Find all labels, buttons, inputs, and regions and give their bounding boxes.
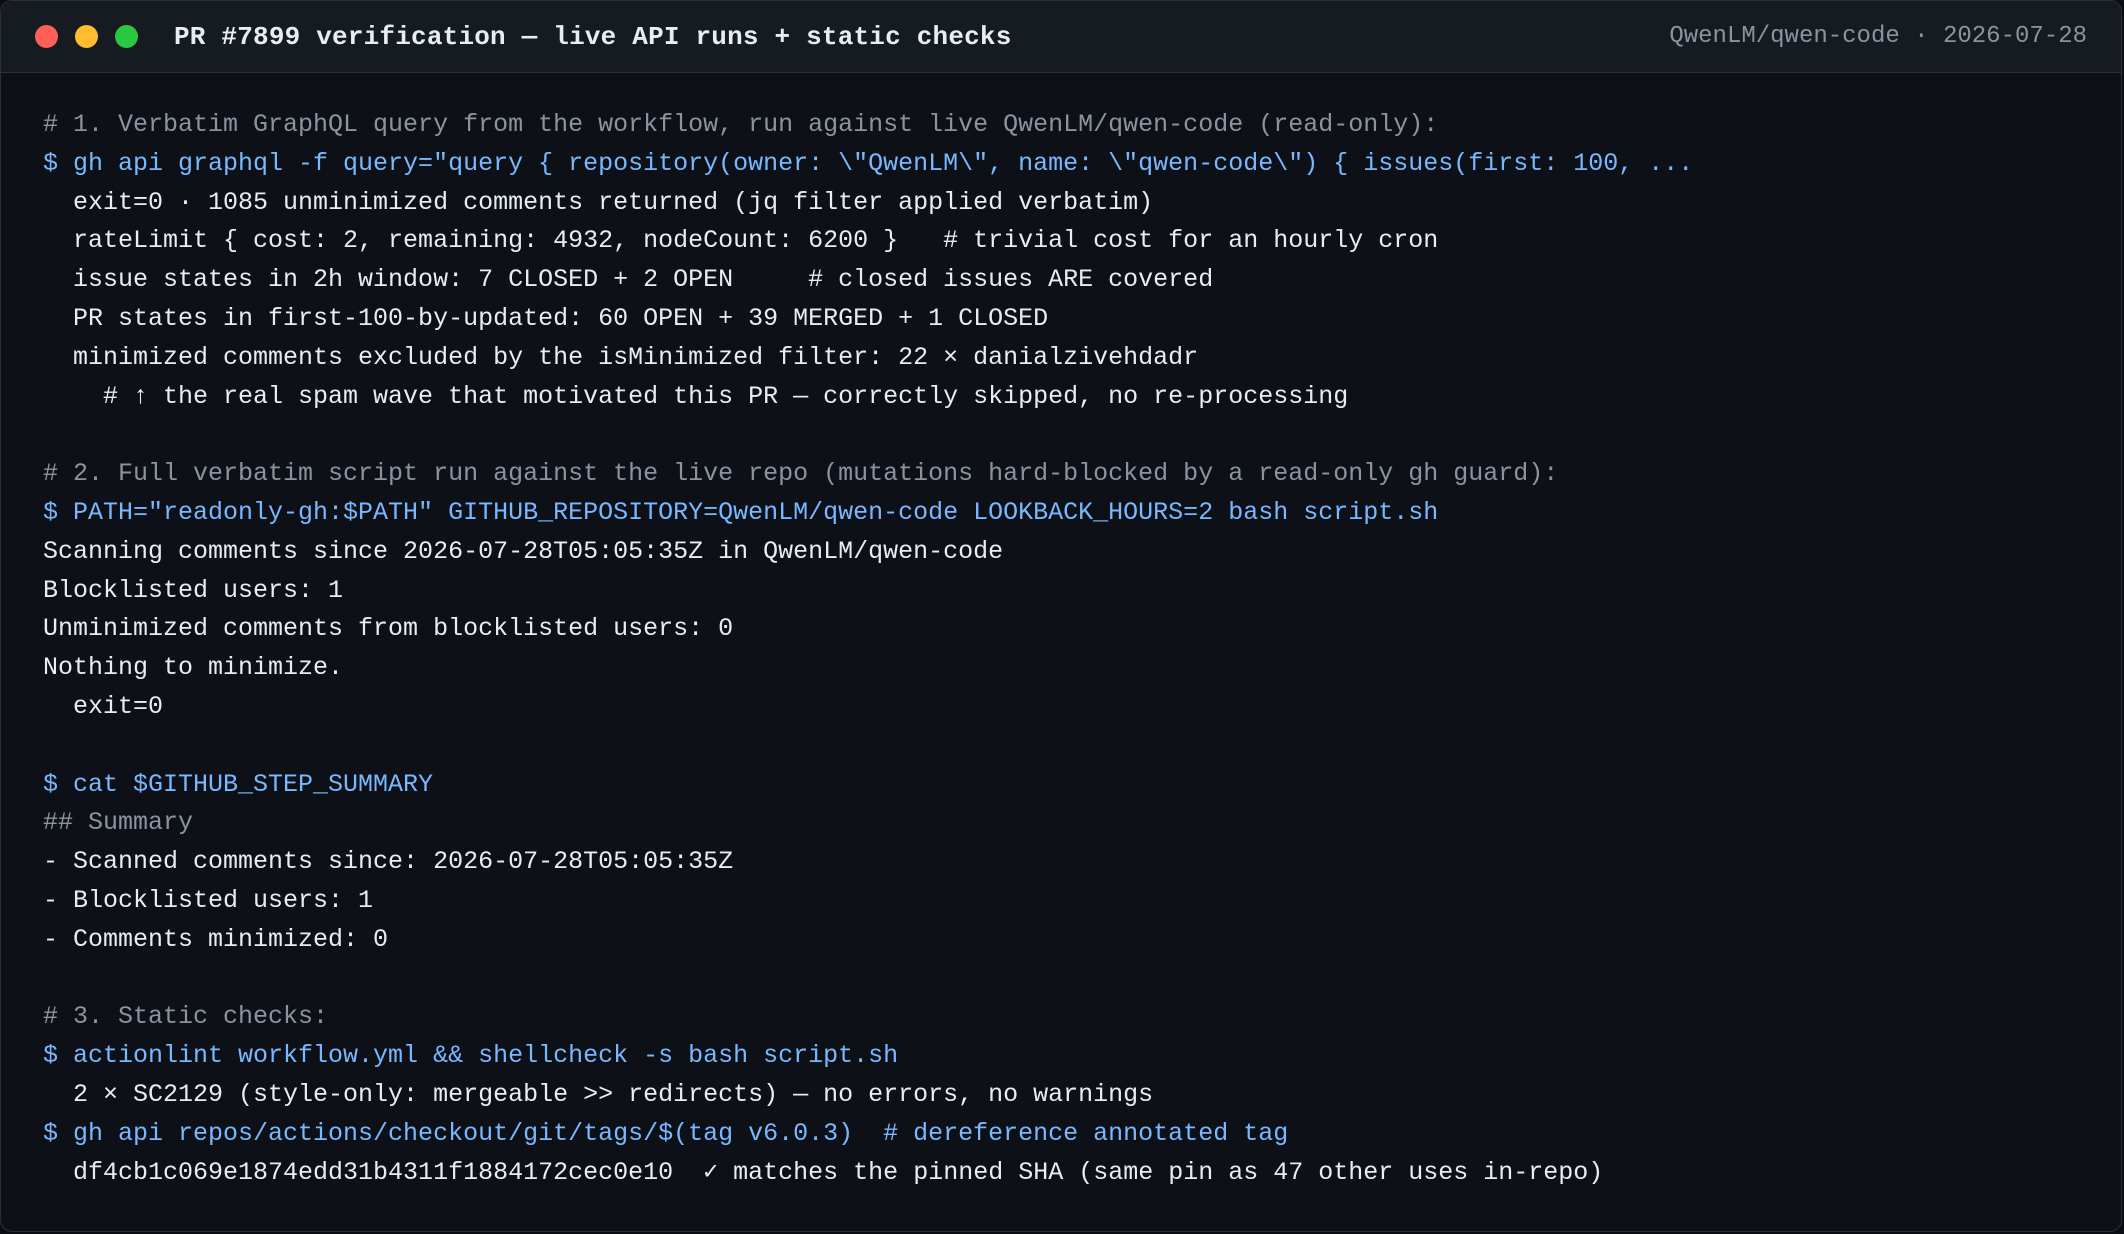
command-line: $ gh api repos/actions/checkout/git/tags… bbox=[43, 1118, 1289, 1148]
terminal-window: PR #7899 verification — live API runs + … bbox=[0, 0, 2122, 1232]
output-line: # ↑ the real spam wave that motivated th… bbox=[43, 381, 1349, 411]
output-line: Scanning comments since 2026-07-28T05:05… bbox=[43, 536, 1004, 566]
output-line: Unminimized comments from blocklisted us… bbox=[43, 614, 734, 644]
output-line: rateLimit { cost: 2, remaining: 4932, no… bbox=[43, 226, 1439, 256]
output-line: minimized comments excluded by the isMin… bbox=[43, 342, 1199, 372]
command-line: $ PATH="readonly-gh:$PATH" GITHUB_REPOSI… bbox=[43, 497, 1439, 527]
output-line: 2 × SC2129 (style-only: mergeable >> red… bbox=[43, 1079, 1154, 1109]
window-title: PR #7899 verification — live API runs + … bbox=[174, 21, 1012, 52]
output-line: exit=0 bbox=[43, 691, 164, 721]
comment-line: ## Summary bbox=[43, 808, 194, 838]
output-line: - Blocklisted users: 1 bbox=[43, 885, 374, 915]
output-line: df4cb1c069e1874edd31b4311f1884172cec0e10… bbox=[43, 1157, 1604, 1187]
output-line: issue states in 2h window: 7 CLOSED + 2 … bbox=[43, 265, 1214, 295]
output-line: Nothing to minimize. bbox=[43, 653, 344, 683]
comment-line: # 1. Verbatim GraphQL query from the wor… bbox=[43, 110, 1439, 139]
close-dot-icon[interactable] bbox=[35, 25, 58, 48]
window-controls bbox=[35, 25, 138, 48]
command-line: $ cat $GITHUB_STEP_SUMMARY bbox=[43, 769, 434, 799]
command-line: $ gh api graphql -f query="query { repos… bbox=[43, 148, 1694, 178]
output-line: - Scanned comments since: 2026-07-28T05:… bbox=[43, 847, 734, 877]
comment-line: # 2. Full verbatim script run against th… bbox=[43, 459, 1559, 489]
output-line: exit=0 · 1085 unminimized comments retur… bbox=[43, 187, 1154, 217]
minimize-dot-icon[interactable] bbox=[75, 25, 98, 48]
output-line: PR states in first-100-by-updated: 60 OP… bbox=[43, 303, 1049, 333]
output-line: - Comments minimized: 0 bbox=[43, 924, 389, 954]
zoom-dot-icon[interactable] bbox=[115, 25, 138, 48]
terminal-output[interactable]: # 1. Verbatim GraphQL query from the wor… bbox=[1, 73, 2121, 1192]
output-line: Blocklisted users: 1 bbox=[43, 575, 344, 605]
title-bar: PR #7899 verification — live API runs + … bbox=[1, 1, 2121, 73]
window-meta: QwenLM/qwen-code · 2026-07-28 bbox=[1669, 23, 2087, 50]
command-line: $ actionlint workflow.yml && shellcheck … bbox=[43, 1041, 899, 1071]
comment-line: # 3. Static checks: bbox=[43, 1002, 329, 1032]
